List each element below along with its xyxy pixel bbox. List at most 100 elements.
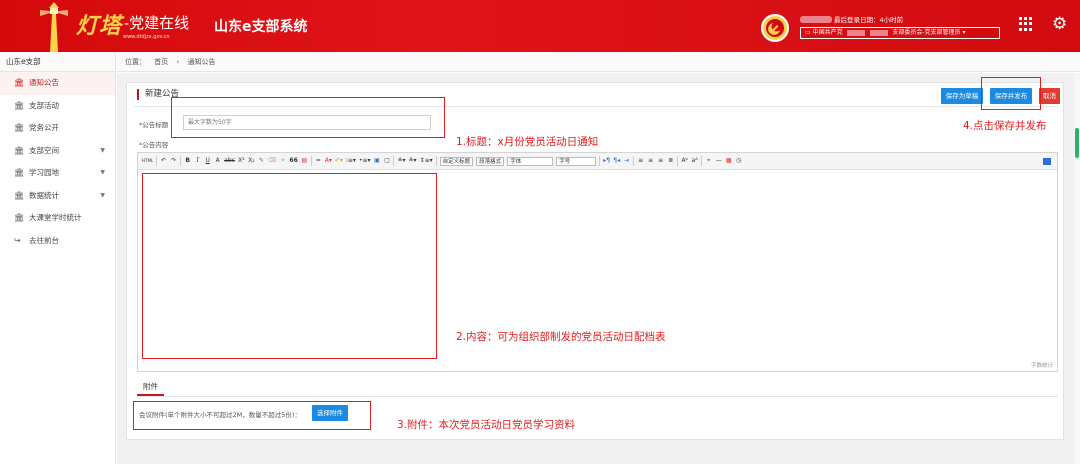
divider: [156, 156, 158, 166]
italic-icon[interactable]: I: [194, 156, 201, 166]
align-justify-icon[interactable]: ≣: [667, 156, 674, 166]
org-name-redacted: [870, 29, 889, 36]
top-header: 灯塔 -党建在线 www.dtdjzx.gov.cn 山东e支部系统 最后登录日…: [0, 0, 1080, 52]
annotation-text-publish: 4.点击保存并发布: [963, 120, 1047, 132]
html-source-icon[interactable]: HTML: [142, 156, 153, 166]
apps-grid-icon[interactable]: [1019, 17, 1033, 31]
font-family-select[interactable]: 字体: [507, 156, 554, 166]
time-icon[interactable]: ◷: [735, 156, 742, 166]
sidebar-item-activities[interactable]: 🏛 支部活动: [0, 95, 115, 118]
font-border-icon[interactable]: A: [214, 156, 221, 166]
auto-format-icon[interactable]: ✧: [279, 156, 286, 166]
clear-doc-icon[interactable]: ▢: [383, 156, 390, 166]
sidebar-item-notices[interactable]: 🏛 通知公告: [0, 72, 115, 95]
sidebar-item-label: 大课堂学时统计: [29, 213, 82, 222]
logo-subtitle: -党建在线: [124, 14, 190, 32]
building-icon: 🏛: [14, 213, 25, 222]
breadcrumb: 位置： 首页 › 通知公告: [117, 52, 1080, 72]
fullscreen-icon[interactable]: [1043, 157, 1051, 165]
sidebar-item-label: 支部活动: [29, 100, 59, 110]
breadcrumb-prefix: 位置：: [125, 58, 146, 66]
paste-plain-icon[interactable]: ▤: [301, 156, 308, 166]
divider: [435, 156, 437, 166]
sidebar-item-label: 通知公告: [29, 78, 59, 87]
ordered-list-icon[interactable]: ⁝≡▾: [346, 156, 356, 166]
title-label: *公告标题: [139, 121, 169, 129]
unordered-list-icon[interactable]: •≡▾: [359, 156, 371, 166]
align-right-icon[interactable]: ≡: [657, 156, 664, 166]
party-emblem-icon: [761, 14, 789, 42]
format-match-icon[interactable]: ✎: [258, 156, 265, 166]
cancel-button[interactable]: 取消: [1039, 88, 1060, 104]
horizontal-line-icon[interactable]: —: [715, 156, 722, 166]
to-uppercase-icon[interactable]: Aᵃ: [681, 156, 688, 166]
rtl-icon[interactable]: ¶◂: [613, 156, 620, 166]
strikethrough-icon[interactable]: abc: [224, 156, 235, 166]
line-height-icon[interactable]: ↕≡▾: [420, 156, 433, 166]
scrollbar-thumb[interactable]: [1075, 128, 1079, 158]
divider: [180, 156, 182, 166]
redo-icon[interactable]: ↷: [170, 156, 177, 166]
font-size-select[interactable]: 字号: [556, 156, 597, 166]
chevron-down-icon: ▼: [100, 146, 105, 154]
save-draft-button[interactable]: 保存为草稿: [941, 88, 983, 104]
org-prefix: 中国共产党: [812, 29, 843, 36]
undo-icon[interactable]: ↶: [160, 156, 167, 166]
indent-icon[interactable]: ⇥: [623, 156, 630, 166]
sidebar-item-class-hours[interactable]: 🏛 大课堂学时统计: [0, 207, 115, 230]
date-icon[interactable]: ▦: [725, 156, 732, 166]
tab-attachments[interactable]: 附件: [137, 380, 164, 396]
paragraph-format-select[interactable]: 段落格式: [476, 156, 505, 166]
logo-text: 灯塔: [76, 13, 123, 39]
sidebar-item-label: 党务公开: [29, 123, 59, 132]
divider: [633, 156, 635, 166]
annotation-text-title: 1.标题：x月份党员活动日通知: [456, 136, 599, 148]
subscript-icon[interactable]: X₂: [248, 156, 255, 166]
row-spacing-bottom-icon[interactable]: ≚▾: [409, 156, 417, 166]
divider: [137, 396, 1058, 397]
sidebar-item-statistics[interactable]: 🏛 数据统计 ▼: [0, 185, 115, 208]
row-spacing-top-icon[interactable]: ≛▾: [397, 156, 405, 166]
monitor-icon: ▭: [805, 29, 811, 36]
divider: [701, 156, 703, 166]
breadcrumb-separator: ›: [176, 58, 180, 66]
breadcrumb-current: 通知公告: [187, 58, 216, 66]
sidebar-item-branch-space[interactable]: 🏛 支部空间 ▼: [0, 140, 115, 163]
building-icon: 🏛: [14, 145, 25, 155]
chevron-down-icon: ▼: [100, 191, 105, 199]
annotation-box-attachment: [133, 401, 371, 430]
eraser-icon[interactable]: ⌫: [268, 156, 276, 166]
breadcrumb-home[interactable]: 首页: [154, 58, 168, 66]
annotation-box-publish: [981, 77, 1041, 110]
align-center-icon[interactable]: ≡: [647, 156, 654, 166]
gear-icon[interactable]: ⚙: [1052, 15, 1070, 33]
org-role-select[interactable]: ▭ 中国共产党 支部委员会-党支部管理员 ▾: [800, 27, 1000, 39]
select-all-icon[interactable]: ▣: [373, 156, 380, 166]
sidebar-item-party-affairs[interactable]: 🏛 党务公开: [0, 117, 115, 140]
font-color-icon[interactable]: A▾: [325, 156, 332, 166]
content-label: *公告内容: [139, 141, 169, 149]
sidebar-item-study[interactable]: 🏛 学习园地 ▼: [0, 162, 115, 185]
superscript-icon[interactable]: X²: [238, 156, 245, 166]
building-icon: 🏛: [14, 190, 25, 200]
custom-title-select[interactable]: 自定义标题: [439, 156, 474, 166]
link-icon[interactable]: ⌖: [705, 156, 712, 166]
highlight-icon[interactable]: ✐▾: [335, 156, 343, 166]
divider: [393, 156, 395, 166]
divider: [599, 156, 601, 166]
sidebar-item-label: 支部空间: [29, 145, 59, 155]
sidebar-item-label: 学习园地: [29, 168, 59, 177]
horizontal-rule-icon[interactable]: ═: [315, 156, 322, 166]
building-icon: 🏛: [14, 168, 25, 177]
sidebar-heading: 山东e支部: [0, 52, 115, 72]
underline-icon[interactable]: U: [204, 156, 211, 166]
user-name-redacted: [800, 16, 832, 23]
annotation-text-attachment: 3.附件：本次党员活动日党员学习资料: [397, 419, 576, 431]
bold-icon[interactable]: B: [184, 156, 191, 166]
sidebar: 山东e支部 🏛 通知公告 🏛 支部活动 🏛 党务公开 🏛 支部空间 ▼ 🏛 学习园地 ▼ …: [0, 52, 116, 464]
ltr-icon[interactable]: ▸¶: [603, 156, 610, 166]
sidebar-item-frontend[interactable]: ↪ 去往前台: [0, 230, 115, 253]
align-left-icon[interactable]: ≡: [637, 156, 644, 166]
to-lowercase-icon[interactable]: aᴬ: [691, 156, 698, 166]
blockquote-icon[interactable]: 66: [289, 156, 297, 166]
